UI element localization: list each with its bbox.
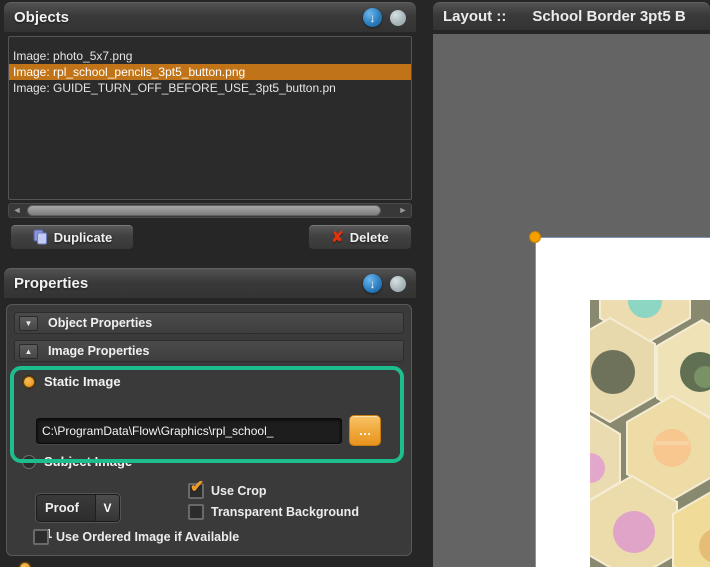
transparent-background-row[interactable]: Transparent Background (188, 504, 359, 521)
section-object-properties[interactable]: ▼ Object Properties (14, 312, 404, 334)
delete-x-icon: ✘ (331, 229, 344, 246)
use-ordered-image-checkbox[interactable] (33, 529, 49, 545)
scrollbar-track[interactable] (25, 205, 395, 216)
objects-panel-header: Objects ↓ (4, 2, 416, 32)
next-section-radio[interactable] (18, 561, 32, 567)
page-corner-handle[interactable] (529, 231, 541, 243)
subject-image-radio[interactable] (22, 454, 36, 469)
section-image-properties[interactable]: ▲ Image Properties (14, 340, 404, 362)
layout-title: School Border 3pt5 B (532, 8, 686, 25)
properties-panel-header: Properties ↓ (4, 268, 416, 298)
static-image-radio-row[interactable]: Static Image (22, 374, 121, 389)
chevron-down-icon[interactable]: ▼ (19, 315, 38, 331)
image-properties-label: Image Properties (48, 344, 150, 358)
collapse-panel-arrow-icon[interactable]: ↓ (363, 274, 382, 293)
chevron-up-icon[interactable]: ▲ (19, 343, 38, 359)
static-image-radio[interactable] (22, 374, 36, 389)
object-properties-label: Object Properties (48, 316, 153, 330)
pencils-image-object[interactable] (590, 300, 710, 567)
delete-button-label: Delete (349, 229, 389, 245)
objects-list[interactable]: Image: photo_5x7.png Image: rpl_school_p… (8, 36, 412, 200)
chevron-down-icon[interactable]: V (95, 495, 119, 521)
static-image-label: Static Image (44, 374, 121, 389)
objects-panel-title: Objects (14, 9, 70, 26)
use-crop-row[interactable]: ✔ Use Crop (188, 477, 267, 500)
duplicate-button[interactable]: Duplicate (10, 224, 134, 250)
pin-panel-icon[interactable] (390, 9, 406, 26)
collapse-panel-arrow-icon[interactable]: ↓ (363, 8, 382, 27)
list-item[interactable]: Image: photo_5x7.png (9, 48, 411, 64)
scrollbar-thumb[interactable] (27, 205, 381, 216)
checkmark-icon: ✔ (190, 477, 205, 496)
scroll-right-arrow-icon[interactable]: ► (395, 204, 411, 217)
use-ordered-image-label: Use Ordered Image if Available (56, 530, 240, 544)
use-ordered-image-row[interactable]: Use Ordered Image if Available (33, 529, 239, 546)
layout-page[interactable] (535, 237, 710, 567)
list-item-selected[interactable]: Image: rpl_school_pencils_3pt5_button.pn… (9, 64, 411, 80)
properties-panel-title: Properties (14, 275, 89, 292)
transparent-background-label: Transparent Background (211, 505, 359, 519)
layout-panel-header: Layout :: School Border 3pt5 B (433, 2, 710, 30)
use-crop-label: Use Crop (211, 484, 267, 498)
list-item[interactable]: Image: GUIDE_TURN_OFF_BEFORE_USE_3pt5_bu… (9, 80, 411, 96)
layout-canvas[interactable] (433, 34, 710, 567)
duplicate-button-label: Duplicate (53, 229, 113, 245)
delete-button[interactable]: ✘ Delete (308, 224, 412, 250)
duplicate-icon (33, 229, 47, 245)
subject-image-radio-row[interactable]: Subject Image (22, 454, 132, 469)
browse-button[interactable]: … (349, 415, 381, 446)
layout-header-prefix: Layout :: (443, 8, 507, 25)
scroll-left-arrow-icon[interactable]: ◄ (9, 204, 25, 217)
proof-select-value: Proof 1 (37, 495, 95, 541)
use-crop-checkbox[interactable]: ✔ (188, 477, 204, 499)
subject-image-label: Subject Image (44, 454, 133, 469)
proof-select[interactable]: Proof 1 V (36, 494, 120, 541)
objects-list-hscrollbar[interactable]: ◄ ► (8, 203, 412, 218)
pin-panel-icon[interactable] (390, 275, 406, 292)
transparent-background-checkbox[interactable] (188, 504, 204, 520)
static-image-path-input[interactable]: C:\ProgramData\Flow\Graphics\rpl_school_ (36, 418, 342, 444)
